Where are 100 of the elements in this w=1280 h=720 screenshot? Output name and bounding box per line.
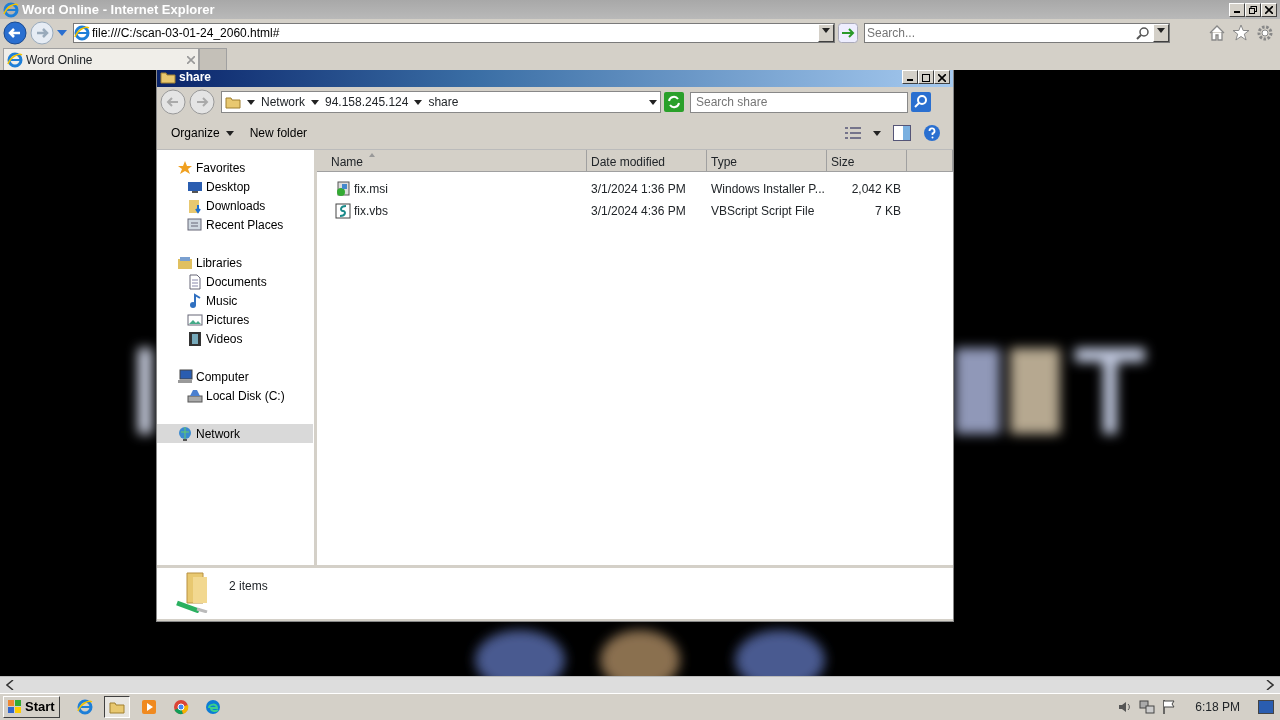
media-player-icon (140, 698, 157, 715)
file-name[interactable]: fix.vbs (354, 202, 388, 220)
toolbar-button[interactable]: Organize (163, 122, 242, 144)
star-icon (177, 159, 193, 176)
history-dropdown-icon[interactable] (57, 30, 67, 36)
minimize-button[interactable] (902, 70, 918, 84)
dropdown-button[interactable] (818, 24, 834, 42)
nav-item[interactable]: Favorites (157, 158, 313, 177)
home-icon[interactable] (1208, 24, 1226, 42)
close-button[interactable] (934, 70, 950, 84)
close-button[interactable] (1261, 2, 1277, 17)
ie-logo-icon (7, 51, 23, 68)
settings-icon[interactable] (1256, 24, 1274, 42)
network-globe-icon (177, 425, 193, 442)
sort-arrow-icon (369, 153, 375, 157)
restore-icon (1249, 6, 1257, 15)
status-text: 2 items (229, 578, 268, 595)
column-header[interactable]: Type (707, 150, 827, 172)
column-header[interactable]: Name (317, 150, 587, 172)
toolbar-button[interactable]: New folder (241, 122, 316, 144)
caret-icon (311, 99, 319, 105)
script-file-icon (335, 203, 351, 219)
file-name[interactable]: fix.msi (354, 180, 388, 198)
table-cell-text: VBScript Script File (710, 203, 816, 220)
ie-logo-icon (76, 698, 93, 715)
maximize-button[interactable] (918, 70, 934, 84)
back-button[interactable] (3, 21, 27, 45)
address-bar[interactable]: Network 94.158.245.124 share (221, 91, 661, 113)
column-header[interactable]: Date modified (587, 150, 707, 172)
table-cell-text: 3/1/2024 4:36 PM (590, 203, 687, 220)
start-button[interactable]: Start (3, 695, 60, 718)
nav-item[interactable]: Documents (157, 272, 313, 291)
nav-item[interactable]: Downloads (157, 196, 313, 215)
film-icon (187, 330, 203, 347)
scroll-right-icon[interactable] (1266, 680, 1274, 690)
network-status-icon[interactable] (1139, 698, 1156, 715)
computer-icon (177, 368, 193, 385)
maximize-icon (922, 73, 930, 82)
caret-icon (1157, 28, 1165, 34)
edge-logo-icon (204, 698, 221, 715)
caret-icon (649, 100, 657, 106)
taskbar-app-button[interactable] (103, 695, 130, 718)
breadcrumb-item[interactable]: 94.158.245.124 (325, 93, 409, 111)
clock[interactable]: 6:18 PM (1183, 697, 1252, 716)
document-icon (187, 273, 203, 290)
pictures-icon (187, 311, 203, 328)
music-note-icon (187, 292, 203, 309)
breadcrumb-item[interactable]: share (428, 93, 459, 111)
close-icon (1265, 6, 1273, 15)
disk-drive-icon (187, 387, 203, 404)
dropdown-button[interactable] (1153, 24, 1169, 42)
search-field[interactable]: Search... (865, 24, 1136, 42)
browser-tab[interactable]: Word Online (3, 48, 199, 70)
restore-button[interactable] (1245, 2, 1261, 17)
breadcrumb-item[interactable]: Network (261, 93, 305, 111)
installer-file-icon (335, 181, 351, 197)
table-cell-text: 2,042 KB (850, 181, 901, 198)
preview-pane-icon[interactable] (893, 125, 911, 141)
window-title: share (179, 70, 212, 86)
nav-item[interactable]: Libraries (157, 253, 313, 272)
nav-item[interactable]: Music (157, 291, 313, 310)
scroll-left-icon[interactable] (6, 680, 14, 690)
library-icon (177, 254, 193, 271)
help-icon[interactable] (923, 124, 941, 142)
view-options-icon[interactable] (845, 126, 861, 140)
caret-icon (822, 28, 830, 34)
minimize-button[interactable] (1229, 2, 1245, 17)
downloads-folder-icon (187, 197, 203, 214)
show-desktop-icon[interactable] (1258, 699, 1274, 714)
caret-icon (873, 130, 881, 136)
caret-icon (225, 130, 234, 136)
ie-logo-icon (74, 25, 90, 41)
column-header[interactable]: Size (827, 150, 907, 172)
nav-item[interactable]: Recent Places (157, 215, 313, 234)
close-icon[interactable] (187, 56, 195, 65)
window-title: Word Online - Internet Explorer (22, 0, 215, 19)
folder-icon (225, 94, 241, 110)
windows-logo-icon (8, 699, 22, 714)
recent-places-icon (187, 216, 203, 233)
search-button[interactable] (911, 92, 931, 112)
close-icon (938, 73, 946, 82)
star-icon[interactable] (1232, 24, 1250, 42)
search-icon (1136, 26, 1150, 40)
chrome-logo-icon (172, 698, 189, 715)
table-cell-text: Windows Installer P... (710, 181, 826, 198)
nav-item[interactable]: Videos (157, 329, 313, 348)
nav-item[interactable]: Pictures (157, 310, 313, 329)
table-cell-text: 3/1/2024 1:36 PM (590, 181, 687, 198)
nav-item[interactable]: Desktop (157, 177, 313, 196)
caret-icon (414, 99, 423, 105)
table-cell-text: 7 KB (874, 203, 901, 220)
forward-button[interactable] (189, 89, 215, 115)
nav-item[interactable]: Local Disk (C:) (157, 386, 313, 405)
nav-item[interactable]: Computer (157, 367, 313, 386)
flag-icon[interactable] (1161, 698, 1178, 715)
refresh-button[interactable] (664, 92, 684, 112)
search-box[interactable]: Search... (864, 23, 1170, 43)
caret-icon (247, 99, 255, 105)
ie-logo-icon (3, 1, 19, 18)
nav-item[interactable]: Network (157, 424, 313, 443)
